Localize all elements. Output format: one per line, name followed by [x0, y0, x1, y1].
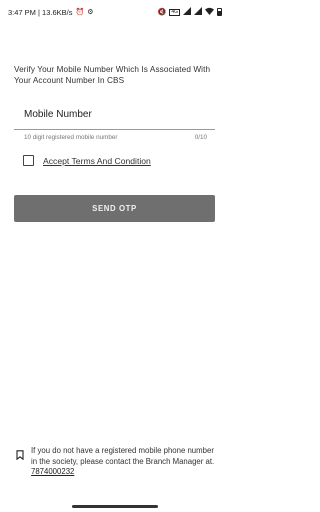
mobile-helper-text: 10 digit registered mobile number — [24, 134, 118, 141]
branch-phone-link[interactable]: 7874000232 — [31, 467, 74, 478]
footer-note: If you do not have a registered mobile p… — [16, 446, 216, 478]
signal-icon — [194, 7, 202, 17]
signal-icon — [183, 7, 191, 17]
footer-message: If you do not have a registered mobile p… — [31, 446, 215, 466]
status-right: 🔇 4G — [158, 7, 222, 17]
status-time: 3:47 PM | 13.6KB/s — [8, 7, 73, 17]
settings-icon: ⚙ — [87, 8, 94, 16]
send-otp-button[interactable]: SEND OTP — [14, 195, 215, 222]
bookmark-icon — [16, 447, 24, 461]
status-bar: 3:47 PM | 13.6KB/s ⏰ ⚙ 🔇 4G — [0, 0, 230, 24]
terms-link[interactable]: Accept Terms And Condition — [43, 156, 151, 166]
mobile-char-counter: 0/10 — [194, 134, 207, 141]
terms-row[interactable]: Accept Terms And Condition — [23, 155, 151, 166]
wifi-icon — [205, 7, 214, 17]
gesture-nav-handle[interactable] — [72, 505, 158, 508]
terms-checkbox[interactable] — [23, 155, 34, 166]
footer-text-block: If you do not have a registered mobile p… — [31, 446, 216, 478]
mobile-number-input[interactable] — [14, 100, 215, 128]
volte-icon: 4G — [169, 8, 180, 16]
battery-icon — [217, 8, 222, 16]
instruction-text: Verify Your Mobile Number Which Is Assoc… — [14, 65, 211, 85]
status-left: 3:47 PM | 13.6KB/s ⏰ ⚙ — [8, 8, 93, 17]
mobile-number-field[interactable] — [14, 100, 215, 130]
mute-icon: 🔇 — [157, 8, 167, 16]
mobile-helper-row: 10 digit registered mobile number 0/10 — [24, 134, 207, 141]
alarm-icon: ⏰ — [75, 8, 85, 16]
